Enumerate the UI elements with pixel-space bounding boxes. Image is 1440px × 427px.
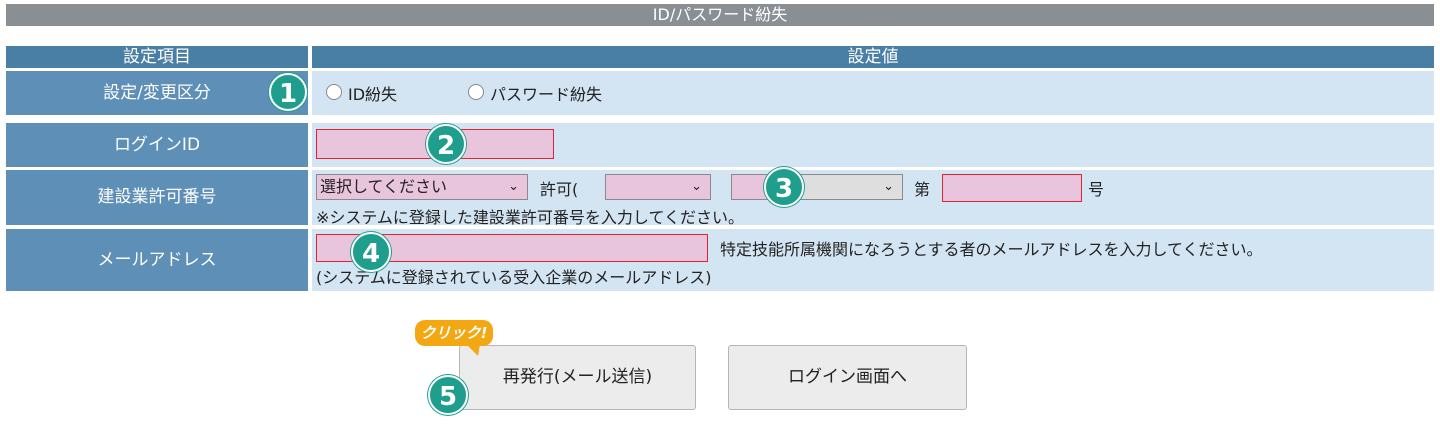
label-category: 設定/変更区分 — [6, 71, 308, 115]
radio-password-lost[interactable] — [468, 84, 484, 100]
permit-type-select[interactable]: ⌄ — [605, 174, 711, 200]
chevron-down-icon: ⌄ — [508, 179, 519, 194]
login-screen-button[interactable]: ログイン画面へ — [728, 345, 967, 410]
permit-prefix: 許可( — [540, 180, 579, 199]
number-suffix: 号 — [1088, 180, 1105, 199]
radio-id-lost[interactable] — [326, 84, 342, 100]
license-authority-select[interactable]: 選択してください ⌄ — [316, 174, 528, 200]
radio-id-lost-label[interactable]: ID紛失 — [348, 81, 397, 105]
radio-password-lost-label[interactable]: パスワード紛失 — [490, 81, 602, 105]
chevron-down-icon: ⌄ — [691, 179, 702, 194]
step-badge-4: 4 — [351, 232, 391, 272]
header-value: 設定値 — [312, 46, 1434, 68]
license-number-input[interactable] — [942, 174, 1082, 202]
step-badge-1: 1 — [269, 73, 307, 111]
page-title: ID/パスワード紛失 — [6, 4, 1434, 26]
email-hint: 特定技能所属機関になろうとする者のメールアドレスを入力してください。 — [720, 240, 1263, 259]
step-badge-2: 2 — [426, 124, 466, 164]
license-authority-select-value: 選択してください — [320, 177, 448, 196]
chevron-down-icon: ⌄ — [883, 179, 894, 194]
number-prefix: 第 — [914, 180, 931, 199]
header-item: 設定項目 — [6, 46, 308, 68]
permit-year-select[interactable]: ⌄ — [731, 174, 903, 200]
click-callout: クリック! — [415, 320, 493, 346]
reissue-button[interactable]: 再発行(メール送信) — [459, 345, 696, 410]
step-badge-5: 5 — [428, 375, 468, 415]
label-login-id: ログインID — [6, 123, 308, 167]
step-badge-3: 3 — [764, 167, 804, 207]
callout-pointer — [466, 344, 480, 356]
license-note: ※システムに登録した建設業許可番号を入力してください。 — [316, 208, 744, 227]
label-license: 建設業許可番号 — [6, 170, 308, 225]
label-email: メールアドレス — [6, 229, 308, 291]
